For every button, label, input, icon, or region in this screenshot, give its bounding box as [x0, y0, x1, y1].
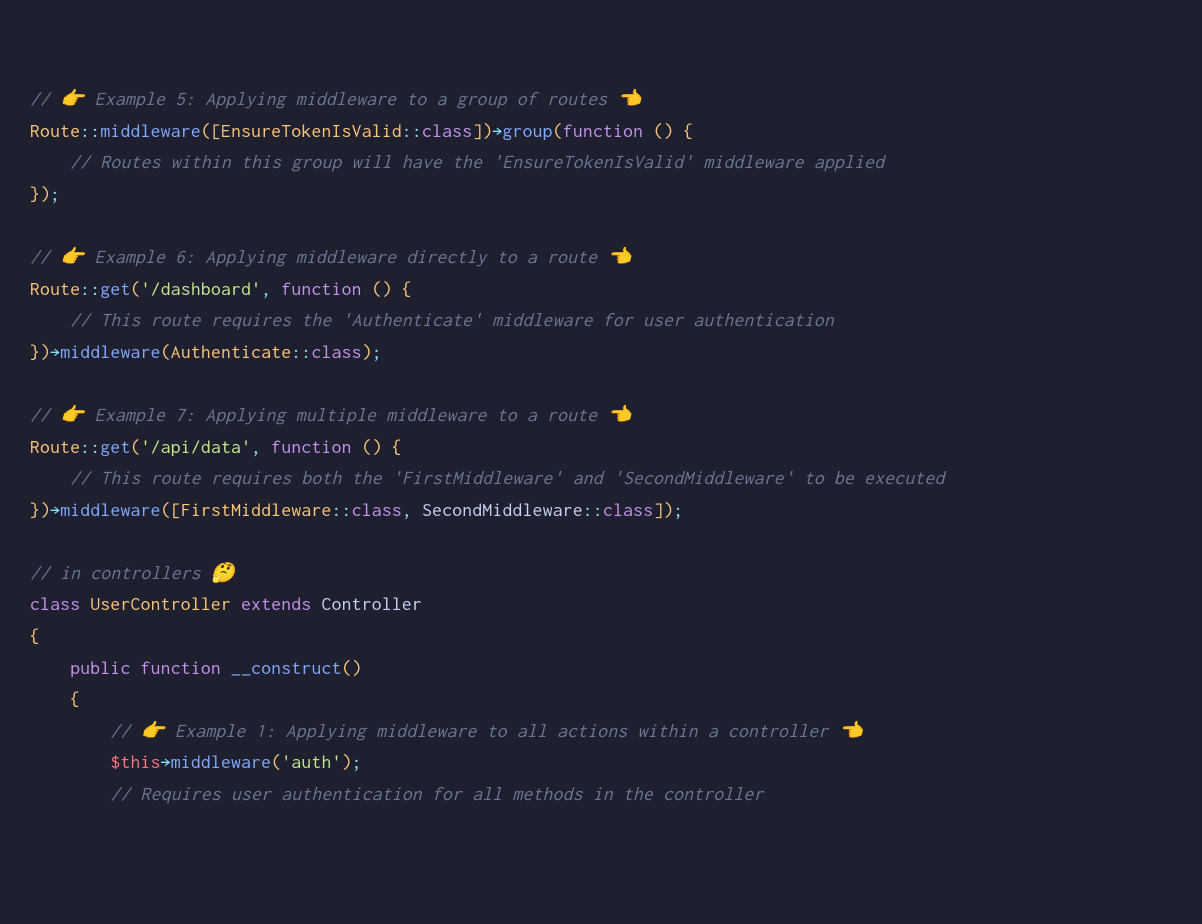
semicolon: ;: [352, 751, 362, 772]
semicolon: ;: [673, 499, 683, 520]
comment-example-7: // 👉 Example 7: Applying multiple middle…: [30, 404, 632, 425]
semicolon: ;: [50, 183, 60, 204]
middleware-method: middleware: [100, 120, 201, 141]
scope-operator: ::: [80, 120, 100, 141]
comment-example-5: // 👉 Example 5: Applying middleware to a…: [30, 88, 642, 109]
route-class: Route: [30, 120, 80, 141]
class-prop: class: [603, 499, 653, 520]
brace-close: }: [30, 183, 40, 204]
brace-open: {: [392, 436, 402, 457]
paren-close: ): [372, 436, 382, 457]
brace-open: {: [30, 688, 80, 709]
arrow-operator: →: [161, 751, 171, 772]
paren-close: ): [663, 120, 673, 141]
extends-keyword: extends: [241, 593, 311, 614]
brace-close: }: [30, 499, 40, 520]
this-variable: $this: [110, 751, 160, 772]
comment-example-6: // 👉 Example 6: Applying middleware dire…: [30, 246, 632, 267]
paren-close: ): [40, 499, 50, 520]
paren-open: (: [553, 120, 563, 141]
paren-open: (: [342, 657, 352, 678]
comment-authenticate: // This route requires the 'Authenticate…: [30, 309, 834, 330]
middleware-method: middleware: [60, 341, 161, 362]
route-class: Route: [30, 436, 80, 457]
class-prop: class: [422, 120, 472, 141]
function-keyword: function: [281, 278, 361, 299]
comma: ,: [251, 436, 261, 457]
paren-close: ): [382, 278, 392, 299]
function-keyword: function: [563, 120, 643, 141]
auth-string: 'auth': [281, 751, 341, 772]
paren-open: (: [653, 120, 663, 141]
paren-close: ): [352, 657, 362, 678]
bracket-close: ]: [472, 120, 482, 141]
brace-open: {: [30, 625, 40, 646]
first-middleware-class: FirstMiddleware: [181, 499, 332, 520]
comma: ,: [261, 278, 271, 299]
route-class: Route: [30, 278, 80, 299]
authenticate-class: Authenticate: [171, 341, 292, 362]
paren-close: ): [663, 499, 673, 520]
second-middleware-class: SecondMiddleware: [422, 499, 583, 520]
comment-controllers: // in controllers 🤔: [30, 562, 235, 583]
bracket-close: ]: [653, 499, 663, 520]
semicolon: ;: [372, 341, 382, 362]
function-keyword: function: [271, 436, 351, 457]
comment-multiple-middleware: // This route requires both the 'FirstMi…: [30, 467, 945, 488]
scope-operator: ::: [583, 499, 603, 520]
get-method: get: [100, 436, 130, 457]
scope-operator: ::: [80, 436, 100, 457]
bracket-open: [: [211, 120, 221, 141]
construct-method: __construct: [231, 657, 342, 678]
class-keyword: class: [30, 593, 80, 614]
paren-open: (: [362, 436, 372, 457]
comment-group-routes: // Routes within this group will have th…: [30, 151, 884, 172]
group-method: group: [502, 120, 552, 141]
paren-open: (: [131, 278, 141, 299]
middleware-method: middleware: [60, 499, 161, 520]
class-prop: class: [311, 341, 361, 362]
brace-close: }: [30, 341, 40, 362]
paren-open: (: [201, 120, 211, 141]
paren-open: (: [161, 341, 171, 362]
public-keyword: public: [30, 657, 131, 678]
function-keyword: function: [141, 657, 221, 678]
controller-class: Controller: [322, 593, 423, 614]
arrow-operator: →: [50, 341, 60, 362]
scope-operator: ::: [291, 341, 311, 362]
get-method: get: [100, 278, 130, 299]
paren-close: ): [40, 341, 50, 362]
scope-operator: ::: [402, 120, 422, 141]
paren-open: (: [271, 751, 281, 772]
arrow-operator: →: [492, 120, 502, 141]
brace-open: {: [683, 120, 693, 141]
paren-close: ): [342, 751, 352, 772]
paren-open: (: [161, 499, 171, 520]
class-prop: class: [352, 499, 402, 520]
comment-example-1: // 👉 Example 1: Applying middleware to a…: [30, 720, 863, 741]
paren-close: ): [362, 341, 372, 362]
api-data-path: '/api/data': [141, 436, 252, 457]
brace-open: {: [402, 278, 412, 299]
user-controller-class: UserController: [90, 593, 231, 614]
scope-operator: ::: [80, 278, 100, 299]
paren-open: (: [131, 436, 141, 457]
paren-close: ): [482, 120, 492, 141]
ensure-token-class: EnsureTokenIsValid: [221, 120, 402, 141]
comment-requires-auth: // Requires user authentication for all …: [30, 783, 764, 804]
dashboard-path: '/dashboard': [141, 278, 262, 299]
comma: ,: [402, 499, 412, 520]
indent: [30, 751, 110, 772]
scope-operator: ::: [332, 499, 352, 520]
paren-open: (: [372, 278, 382, 299]
middleware-method: middleware: [171, 751, 272, 772]
code-editor[interactable]: // 👉 Example 5: Applying middleware to a…: [30, 83, 1172, 809]
bracket-open: [: [171, 499, 181, 520]
paren-close: ): [40, 183, 50, 204]
arrow-operator: →: [50, 499, 60, 520]
